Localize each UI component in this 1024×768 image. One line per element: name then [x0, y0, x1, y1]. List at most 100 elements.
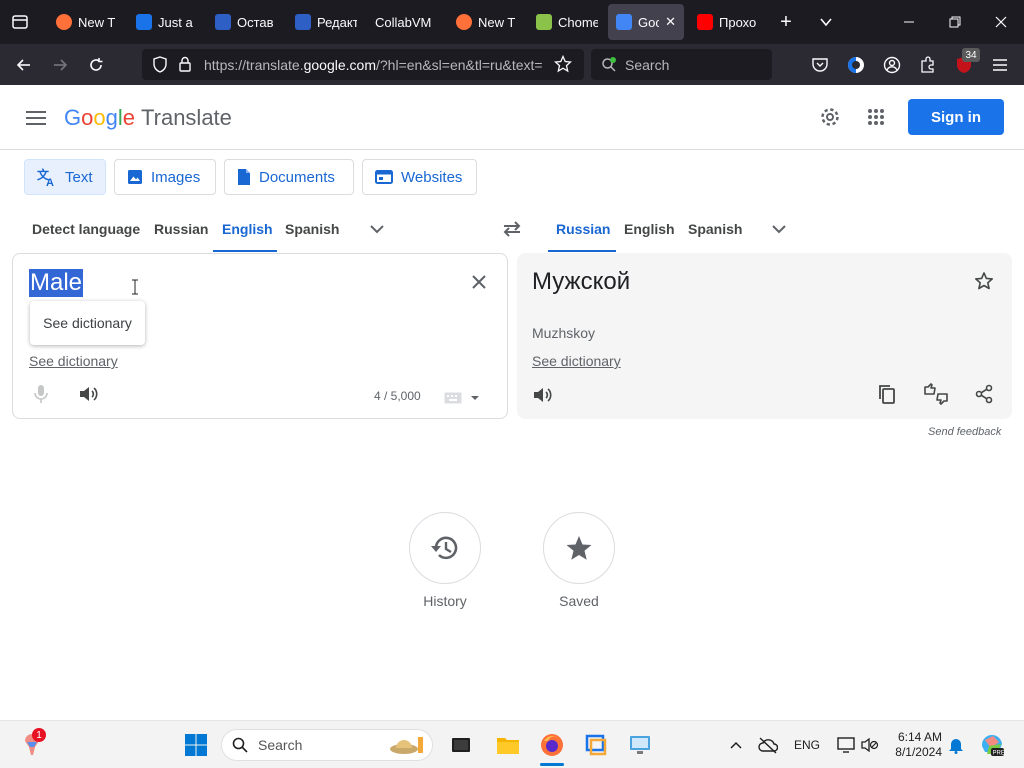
- contrast-icon: [848, 56, 864, 73]
- share-translation-button[interactable]: [970, 380, 998, 408]
- search-icon: [232, 737, 248, 753]
- search-bar[interactable]: Search: [591, 49, 772, 80]
- mode-documents-button[interactable]: Documents: [224, 159, 354, 195]
- input-tools-button[interactable]: [441, 388, 483, 408]
- apps-grid-icon: [868, 109, 884, 125]
- google-translate-logo[interactable]: Google Translate: [64, 105, 232, 131]
- source-text-panel: Male See dictionary See dictionary 4 / 5…: [12, 253, 508, 419]
- network-status-button[interactable]: [752, 729, 784, 761]
- url-suffix: /?hl=en&sl=en&tl=ru&text=: [376, 56, 543, 73]
- browser-tab[interactable]: Остав: [215, 4, 277, 40]
- quick-settings-volume-button[interactable]: [854, 729, 886, 761]
- source-lang-more-button[interactable]: [362, 216, 392, 242]
- chome-icon: [536, 14, 552, 30]
- target-lang-more-button[interactable]: [764, 216, 794, 242]
- target-lang-english[interactable]: English: [624, 221, 675, 237]
- see-dictionary-tooltip[interactable]: See dictionary: [30, 301, 145, 345]
- remote-desktop-button[interactable]: [624, 729, 656, 761]
- hamburger-icon: [26, 111, 46, 125]
- pocket-button[interactable]: [804, 44, 836, 85]
- browser-tab[interactable]: Редакт: [295, 4, 357, 40]
- back-button[interactable]: [8, 44, 40, 85]
- browser-tab[interactable]: CollabVM: [375, 4, 437, 40]
- source-lang-russian[interactable]: Russian: [154, 221, 208, 237]
- target-lang-russian[interactable]: Russian: [556, 221, 610, 237]
- dark-reader-button[interactable]: [840, 44, 872, 85]
- lock-icon[interactable]: [178, 56, 192, 73]
- mode-images-button[interactable]: Images: [114, 159, 216, 195]
- task-view-button[interactable]: [445, 729, 477, 761]
- close-tab-icon[interactable]: ✕: [665, 14, 676, 30]
- file-explorer-button[interactable]: [492, 729, 524, 761]
- main-menu-button[interactable]: [22, 104, 50, 132]
- website-icon: [375, 170, 393, 184]
- browser-tab[interactable]: New T: [456, 4, 518, 40]
- shield-icon[interactable]: [152, 56, 168, 73]
- account-button[interactable]: [876, 44, 908, 85]
- taskbar-search[interactable]: Search: [221, 729, 433, 761]
- mode-label: Websites: [401, 168, 463, 186]
- browser-tab[interactable]: New T: [56, 4, 118, 40]
- source-lang-detect[interactable]: Detect language: [32, 221, 140, 237]
- browser-tab[interactable]: Chome: [536, 4, 598, 40]
- reload-icon: [90, 57, 103, 71]
- address-bar[interactable]: https://translate.google.com/?hl=en&sl=e…: [142, 49, 584, 80]
- restore-icon: [949, 16, 961, 28]
- bookmark-star-icon[interactable]: [554, 55, 572, 73]
- start-button[interactable]: [180, 729, 212, 761]
- browser-tab-active[interactable]: Goo ✕: [608, 4, 684, 40]
- clear-source-button[interactable]: [465, 268, 493, 296]
- send-feedback-link[interactable]: Send feedback: [928, 426, 1001, 438]
- firefox-view-button[interactable]: [4, 0, 36, 44]
- voice-input-button[interactable]: [27, 380, 55, 408]
- system-clock[interactable]: 6:14 AM 8/1/2024: [890, 730, 942, 760]
- source-listen-button[interactable]: [75, 380, 103, 408]
- window-app-icon: [585, 734, 607, 756]
- save-translation-button[interactable]: [970, 267, 998, 295]
- google-apps-button[interactable]: [862, 103, 890, 131]
- source-see-dictionary-link[interactable]: See dictionary: [29, 353, 118, 369]
- input-language-indicator[interactable]: ENG: [794, 738, 820, 752]
- ublock-button[interactable]: 34: [948, 44, 980, 85]
- account-icon: [883, 56, 901, 73]
- widgets-button[interactable]: 1: [16, 728, 48, 761]
- menu-button[interactable]: [984, 44, 1016, 85]
- close-icon: [472, 275, 486, 289]
- url-text[interactable]: https://translate.google.com/?hl=en&sl=e…: [204, 57, 544, 73]
- mode-text-button[interactable]: 文A Text: [24, 159, 106, 195]
- swap-languages-button[interactable]: [496, 214, 528, 244]
- browser-tab-strip: New T Just a Остав Редакт CollabVM New T…: [0, 0, 1024, 44]
- saved-button[interactable]: [543, 512, 615, 584]
- close-window-button[interactable]: [984, 0, 1018, 44]
- history-button[interactable]: [409, 512, 481, 584]
- gear-icon: [821, 108, 839, 126]
- settings-button[interactable]: [816, 103, 844, 131]
- extensions-button[interactable]: [912, 44, 944, 85]
- minimize-button[interactable]: [892, 0, 926, 44]
- browser-tab[interactable]: Just a: [136, 4, 198, 40]
- source-text-input[interactable]: Male: [29, 269, 84, 297]
- forward-button[interactable]: [44, 44, 76, 85]
- source-lang-english[interactable]: English: [222, 221, 273, 237]
- copilot-button[interactable]: PRE: [976, 729, 1008, 761]
- show-hidden-icons-button[interactable]: [720, 729, 752, 761]
- target-listen-button[interactable]: [529, 381, 557, 409]
- chevron-up-icon: [730, 741, 742, 749]
- rate-translation-button[interactable]: [921, 380, 951, 408]
- microphone-icon: [34, 385, 48, 403]
- source-lang-spanish[interactable]: Spanish: [285, 221, 339, 237]
- target-see-dictionary-link[interactable]: See dictionary: [532, 353, 621, 369]
- browser-tab[interactable]: Прохо: [697, 4, 759, 40]
- list-tabs-button[interactable]: [812, 0, 840, 44]
- reload-button[interactable]: [80, 44, 112, 85]
- mode-websites-button[interactable]: Websites: [362, 159, 477, 195]
- restore-button[interactable]: [938, 0, 972, 44]
- notifications-button[interactable]: [940, 729, 972, 761]
- sign-in-button[interactable]: Sign in: [908, 99, 1004, 135]
- target-lang-spanish[interactable]: Spanish: [688, 221, 742, 237]
- copy-translation-button[interactable]: [873, 380, 901, 408]
- firefox-taskbar-button[interactable]: [536, 729, 568, 761]
- app-taskbar-button[interactable]: [580, 729, 612, 761]
- new-tab-button[interactable]: +: [772, 0, 800, 44]
- minimize-icon: [904, 21, 914, 23]
